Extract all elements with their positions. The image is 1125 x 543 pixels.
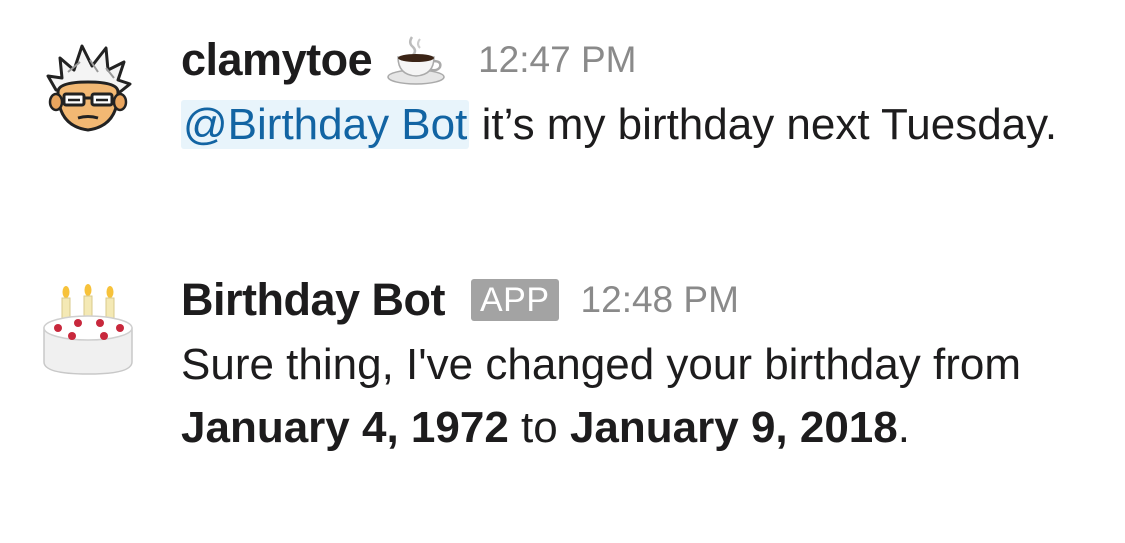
bot-avatar[interactable] — [38, 278, 138, 378]
app-badge: APP — [471, 279, 559, 321]
message-header: Birthday Bot APP 12:48 PM — [181, 270, 1101, 330]
coffee-icon[interactable] — [386, 35, 448, 85]
message-content: Birthday Bot APP 12:48 PM Sure thing, I'… — [181, 270, 1101, 459]
message-header: clamytoe 12:47 PM — [181, 30, 1101, 90]
timestamp[interactable]: 12:47 PM — [478, 39, 636, 81]
message-body-mid: to — [508, 403, 570, 452]
message-body: it’s my birthday next Tuesday. — [469, 100, 1058, 149]
message-content: clamytoe 12:47 PM @Birthday Bot it’s my … — [181, 30, 1101, 156]
username[interactable]: clamytoe — [181, 34, 373, 86]
message-text: @Birthday Bot it’s my birthday next Tues… — [181, 93, 1101, 156]
new-date: January 9, 2018 — [569, 403, 898, 452]
timestamp[interactable]: 12:48 PM — [581, 279, 739, 321]
message-body-end: . — [897, 403, 910, 452]
cartoon-face-icon — [46, 44, 132, 132]
birthday-cake-icon — [43, 284, 133, 375]
bot-name[interactable]: Birthday Bot — [181, 274, 446, 326]
message-text: Sure thing, I've changed your birthday f… — [181, 333, 1101, 459]
user-avatar[interactable] — [38, 38, 138, 138]
message-body-start: Sure thing, I've changed your birthday f… — [181, 340, 1021, 389]
old-date: January 4, 1972 — [181, 403, 509, 452]
user-mention[interactable]: @Birthday Bot — [181, 100, 470, 149]
